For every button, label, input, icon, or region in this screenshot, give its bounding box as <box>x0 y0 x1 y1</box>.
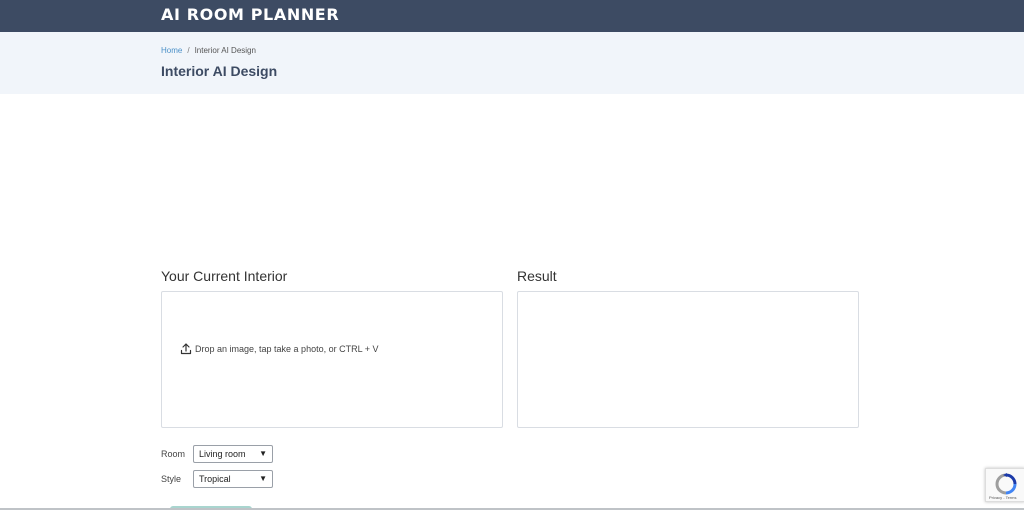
recaptcha-badge[interactable]: Privacy - Terms <box>985 468 1024 502</box>
chevron-down-icon: ▼ <box>259 449 267 458</box>
chevron-down-icon: ▼ <box>259 474 267 483</box>
recaptcha-icon <box>995 473 1017 495</box>
image-dropzone[interactable]: Drop an image, tap take a photo, or CTRL… <box>161 291 503 428</box>
breadcrumb-current: Interior AI Design <box>194 46 256 55</box>
page-title: Interior AI Design <box>161 63 278 79</box>
room-select-value: Living room <box>199 449 246 459</box>
breadcrumb-separator: / <box>187 46 190 55</box>
breadcrumb-home-link[interactable]: Home <box>161 46 182 55</box>
recaptcha-legal-links[interactable]: Privacy - Terms <box>989 495 1016 500</box>
page-header: Home / Interior AI Design Interior AI Desi… <box>0 32 1024 94</box>
current-interior-title: Your Current Interior <box>161 268 288 284</box>
dropzone-hint-text: Drop an image, tap take a photo, or CTRL… <box>195 344 379 354</box>
dropzone-hint: Drop an image, tap take a photo, or CTRL… <box>180 343 379 355</box>
top-navbar: AI ROOM PLANNER <box>0 0 1024 32</box>
room-label: Room <box>161 449 186 459</box>
style-label: Style <box>161 474 182 484</box>
breadcrumb: Home / Interior AI Design <box>161 46 256 55</box>
result-panel <box>517 291 859 428</box>
brand-logo[interactable]: AI ROOM PLANNER <box>161 5 339 24</box>
style-select[interactable]: Tropical ▼ <box>193 470 273 488</box>
room-select[interactable]: Living room ▼ <box>193 445 273 463</box>
style-select-value: Tropical <box>199 474 231 484</box>
upload-icon <box>180 343 192 355</box>
result-title: Result <box>517 268 557 284</box>
